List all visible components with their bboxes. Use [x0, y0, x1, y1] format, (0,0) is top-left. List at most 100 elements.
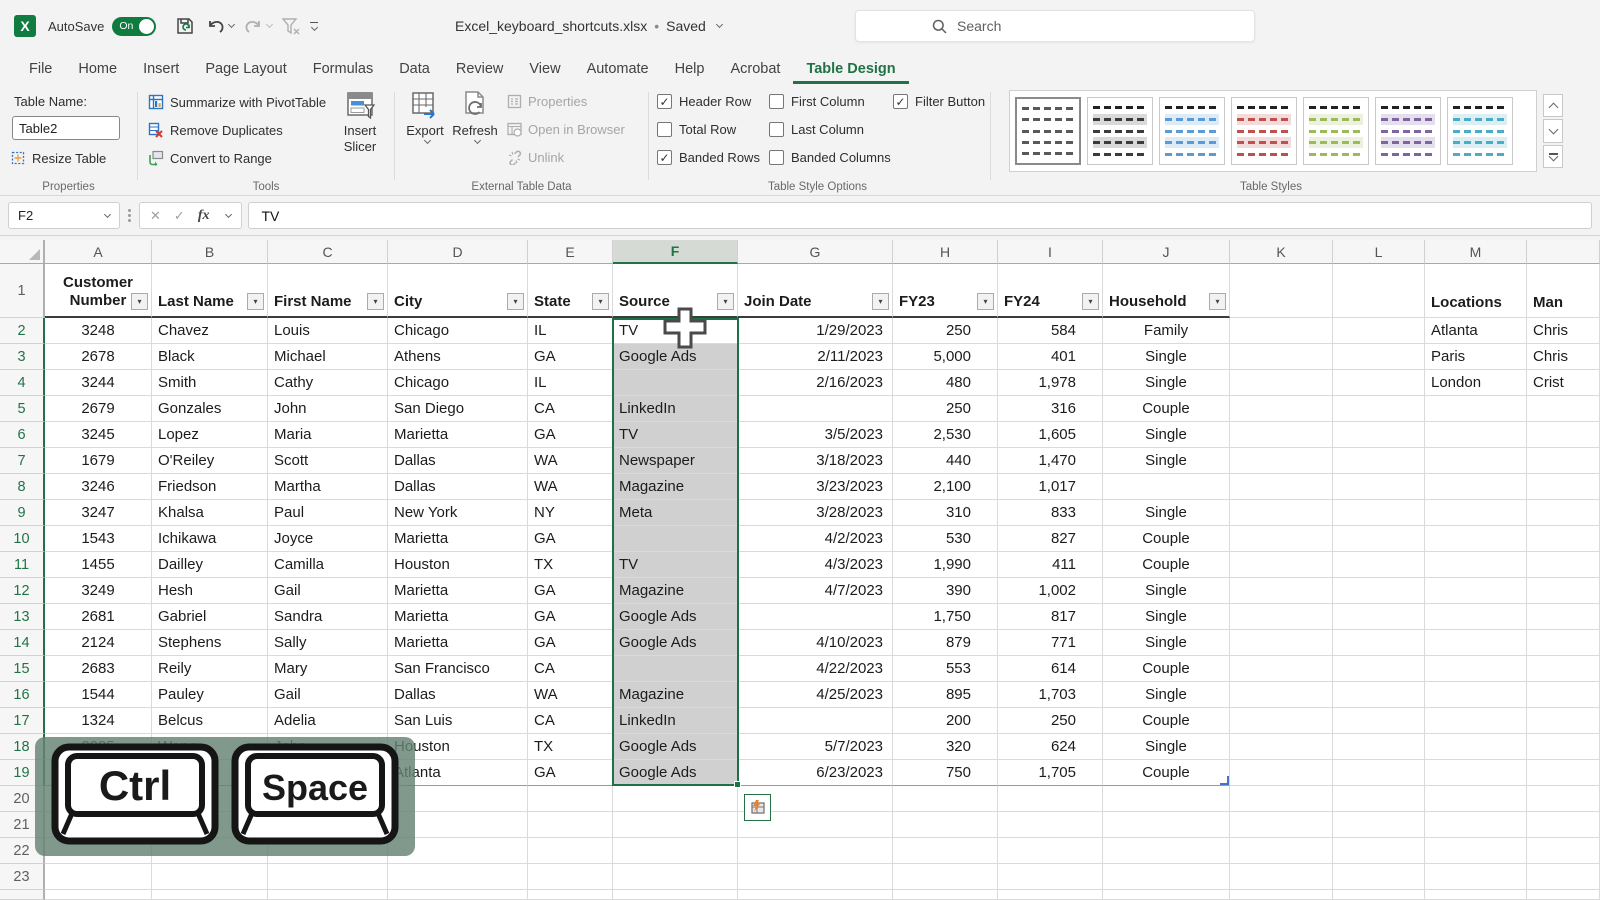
cell-I7[interactable]: 1,470	[998, 448, 1103, 474]
cell-M10[interactable]	[1425, 526, 1527, 552]
cell-M6[interactable]	[1425, 422, 1527, 448]
active-cell-F2[interactable]: TV	[613, 318, 738, 344]
cell-E3[interactable]: GA	[528, 344, 613, 370]
filter-button-F[interactable]: ▾	[717, 293, 734, 310]
cell-H3[interactable]: 5,000	[893, 344, 998, 370]
table-style-swatch-3[interactable]	[1159, 97, 1225, 165]
cell-J16[interactable]: Single	[1103, 682, 1230, 708]
cell-J7[interactable]: Single	[1103, 448, 1230, 474]
row-header-1[interactable]: 1	[0, 264, 45, 318]
cell-J2[interactable]: Family	[1103, 318, 1230, 344]
cell-F22[interactable]	[613, 838, 738, 864]
cell-C2[interactable]: Louis	[268, 318, 388, 344]
cell-M12[interactable]	[1425, 578, 1527, 604]
cell-I13[interactable]: 817	[998, 604, 1103, 630]
cell-A14[interactable]: 2124	[45, 630, 152, 656]
last-column-checkbox[interactable]: Last Column	[769, 122, 864, 137]
cell-M16[interactable]	[1425, 682, 1527, 708]
cell-J18[interactable]: Single	[1103, 734, 1230, 760]
cell-N8[interactable]	[1527, 474, 1600, 500]
cell-K14[interactable]	[1230, 630, 1333, 656]
cell-J15[interactable]: Couple	[1103, 656, 1230, 682]
gallery-more-button[interactable]	[1543, 144, 1563, 168]
cell-L23[interactable]	[1333, 864, 1425, 890]
table-style-swatch-1[interactable]	[1015, 97, 1081, 165]
ribbon-tab-table-design[interactable]: Table Design	[793, 56, 909, 84]
cell-M7[interactable]	[1425, 448, 1527, 474]
cell-K1[interactable]	[1230, 264, 1333, 318]
cell-G13[interactable]	[738, 604, 893, 630]
cell-A9[interactable]: 3247	[45, 500, 152, 526]
autosave-toggle[interactable]: On	[112, 16, 157, 36]
row-header-23[interactable]: 23	[0, 864, 45, 890]
column-header-C[interactable]: C	[268, 240, 388, 264]
cell-J1[interactable]: Household ▾	[1103, 264, 1230, 318]
cell-H[interactable]	[893, 890, 998, 900]
cell-G23[interactable]	[738, 864, 893, 890]
cell-I2[interactable]: 584	[998, 318, 1103, 344]
cell-K4[interactable]	[1230, 370, 1333, 396]
cell-N12[interactable]	[1527, 578, 1600, 604]
cell-G14[interactable]: 4/10/2023	[738, 630, 893, 656]
cell-H20[interactable]	[893, 786, 998, 812]
row-header-17[interactable]: 17	[0, 708, 45, 734]
cell-E4[interactable]: IL	[528, 370, 613, 396]
cell-M20[interactable]	[1425, 786, 1527, 812]
cell-N10[interactable]	[1527, 526, 1600, 552]
row-header-7[interactable]: 7	[0, 448, 45, 474]
formula-input[interactable]: TV	[248, 202, 1592, 229]
cell-G8[interactable]: 3/23/2023	[738, 474, 893, 500]
cell-D10[interactable]: Marietta	[388, 526, 528, 552]
cell-L7[interactable]	[1333, 448, 1425, 474]
cell-J12[interactable]: Single	[1103, 578, 1230, 604]
header-row-checkbox[interactable]: ✓ Header Row	[657, 94, 751, 109]
cell-D7[interactable]: Dallas	[388, 448, 528, 474]
column-header-J[interactable]: J	[1103, 240, 1230, 264]
cell-C16[interactable]: Gail	[268, 682, 388, 708]
cell-A8[interactable]: 3246	[45, 474, 152, 500]
row-header-4[interactable]: 4	[0, 370, 45, 396]
cell-C17[interactable]: Adelia	[268, 708, 388, 734]
cell-C1[interactable]: First Name ▾	[268, 264, 388, 318]
cell-L2[interactable]	[1333, 318, 1425, 344]
cell-K12[interactable]	[1230, 578, 1333, 604]
search-input[interactable]: Search	[855, 10, 1255, 42]
cell-N20[interactable]	[1527, 786, 1600, 812]
cell-B13[interactable]: Gabriel	[152, 604, 268, 630]
cell-D17[interactable]: San Luis	[388, 708, 528, 734]
cell-K11[interactable]	[1230, 552, 1333, 578]
cell-A[interactable]	[45, 890, 152, 900]
cell-H15[interactable]: 553	[893, 656, 998, 682]
cell-D[interactable]	[388, 890, 528, 900]
cell-E2[interactable]: IL	[528, 318, 613, 344]
cell-D3[interactable]: Athens	[388, 344, 528, 370]
ribbon-tab-home[interactable]: Home	[65, 56, 130, 84]
cell-N23[interactable]	[1527, 864, 1600, 890]
cell-J4[interactable]: Single	[1103, 370, 1230, 396]
cell-F9[interactable]: Meta	[613, 500, 738, 526]
cell-K16[interactable]	[1230, 682, 1333, 708]
first-column-checkbox[interactable]: First Column	[769, 94, 865, 109]
cell-J8[interactable]	[1103, 474, 1230, 500]
cell-H12[interactable]: 390	[893, 578, 998, 604]
cell-H17[interactable]: 200	[893, 708, 998, 734]
cell-E9[interactable]: NY	[528, 500, 613, 526]
cell-L11[interactable]	[1333, 552, 1425, 578]
row-header-9[interactable]: 9	[0, 500, 45, 526]
cell-E18[interactable]: TX	[528, 734, 613, 760]
row-header-3[interactable]: 3	[0, 344, 45, 370]
column-header-E[interactable]: E	[528, 240, 613, 264]
cell-B7[interactable]: O'Reiley	[152, 448, 268, 474]
cell-G1[interactable]: Join Date ▾	[738, 264, 893, 318]
cell-I16[interactable]: 1,703	[998, 682, 1103, 708]
cell-J11[interactable]: Couple	[1103, 552, 1230, 578]
cell-F21[interactable]	[613, 812, 738, 838]
cell-G16[interactable]: 4/25/2023	[738, 682, 893, 708]
cell-F14[interactable]: Google Ads	[613, 630, 738, 656]
cell-G7[interactable]: 3/18/2023	[738, 448, 893, 474]
cell-F6[interactable]: TV	[613, 422, 738, 448]
cell-L5[interactable]	[1333, 396, 1425, 422]
cell-B14[interactable]: Stephens	[152, 630, 268, 656]
table-style-swatch-7[interactable]	[1447, 97, 1513, 165]
cell-L6[interactable]	[1333, 422, 1425, 448]
